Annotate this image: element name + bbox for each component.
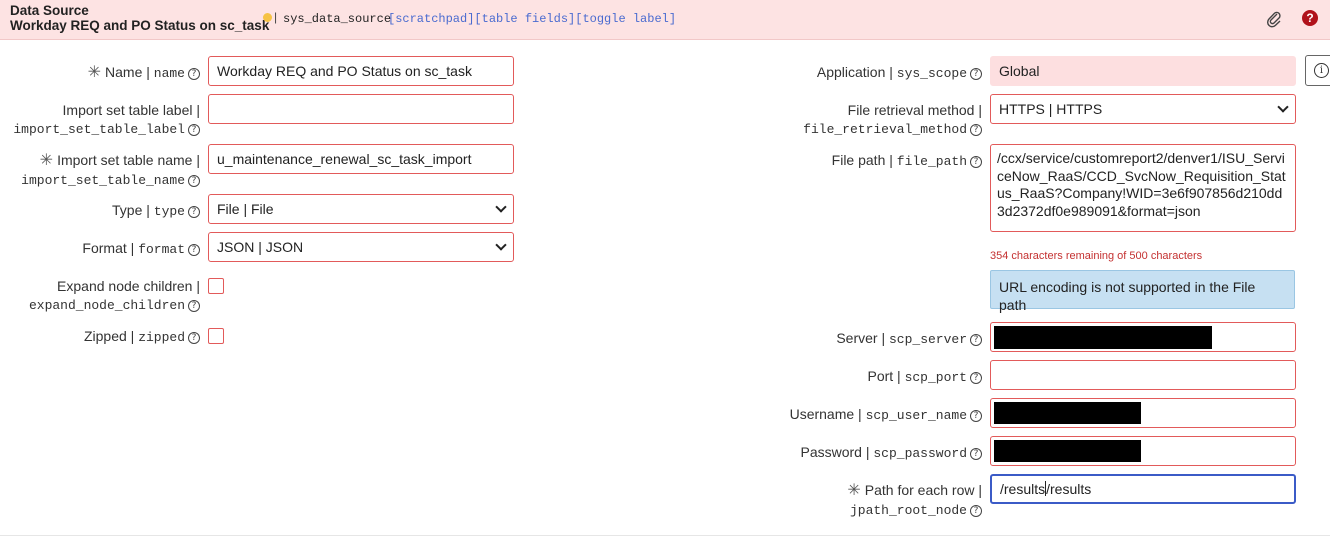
type-select[interactable]: File | File <box>208 194 514 224</box>
file-retrieval-method-select[interactable]: HTTPS | HTTPS <box>990 94 1296 124</box>
unsaved-indicator-icon <box>263 13 272 22</box>
header-links: [scratchpad][table fields][toggle label] <box>388 12 676 26</box>
asterisk-icon: ✳ <box>39 152 54 169</box>
chevron-down-icon <box>1277 101 1289 113</box>
port-label: Port | scp_port? <box>700 367 982 387</box>
scratchpad-link[interactable]: [scratchpad] <box>388 12 474 26</box>
paperclip-icon[interactable] <box>1266 10 1282 28</box>
path-for-each-row-label: ✳ Path for each row | jpath_root_node? <box>847 482 982 518</box>
import-set-table-label-input[interactable] <box>208 94 514 124</box>
asterisk-icon: ✳ <box>87 64 102 81</box>
application-field: Global <box>990 56 1296 86</box>
question-circle-icon[interactable]: ? <box>970 410 982 422</box>
type-label: Type | type? <box>0 201 200 221</box>
info-button[interactable]: i <box>1305 55 1330 86</box>
port-input[interactable] <box>990 360 1296 390</box>
import-set-table-label-label: Import set table label | import_set_table… <box>13 102 200 137</box>
question-circle-icon[interactable]: ? <box>188 332 200 344</box>
file-path-info-message: URL encoding is not supported in the Fil… <box>990 270 1295 313</box>
password-label: Password | scp_password? <box>700 443 982 463</box>
question-circle-icon[interactable]: ? <box>188 244 200 256</box>
table-name: sys_data_source <box>283 12 392 26</box>
info-icon: i <box>1314 63 1329 78</box>
question-circle-icon[interactable]: ? <box>188 175 200 187</box>
question-circle-icon[interactable]: ? <box>970 68 982 80</box>
import-set-table-name-label: ✳ Import set table name | import_set_table… <box>21 152 200 188</box>
username-label: Username | scp_user_name? <box>700 405 982 425</box>
expand-node-children-label: Expand node children | expand_node_childr… <box>28 278 200 313</box>
server-label: Server | scp_server? <box>700 329 982 349</box>
form-type-title: Data Source <box>10 3 89 18</box>
form-header: Data Source Workday REQ and PO Status on… <box>0 0 1330 40</box>
question-circle-icon[interactable]: ? <box>188 68 200 80</box>
import-set-table-name-input[interactable]: u_maintenance_renewal_sc_task_import <box>208 144 514 174</box>
question-circle-icon[interactable]: ? <box>188 124 200 136</box>
redaction-box <box>994 440 1141 462</box>
question-circle-icon[interactable]: ? <box>970 372 982 384</box>
expand-node-children-checkbox[interactable] <box>208 278 224 294</box>
record-name: Workday REQ and PO Status on sc_task <box>10 18 270 33</box>
format-select[interactable]: JSON | JSON <box>208 232 514 262</box>
character-counter: 354 characters remaining of 500 characte… <box>990 250 1203 262</box>
question-circle-icon[interactable]: ? <box>970 124 982 136</box>
redaction-box <box>994 326 1212 349</box>
file-retrieval-method-label: File retrieval method | file_retrieval_me… <box>803 102 982 137</box>
file-path-textarea[interactable]: /ccx/service/customreport2/denver1/ISU_S… <box>990 144 1296 232</box>
asterisk-icon: ✳ <box>847 482 861 499</box>
question-circle-icon[interactable]: ? <box>970 334 982 346</box>
question-circle-icon[interactable]: ? <box>188 206 200 218</box>
separator: | <box>274 10 278 24</box>
zipped-checkbox[interactable] <box>208 328 224 344</box>
question-circle-icon[interactable]: ? <box>970 156 982 168</box>
name-label: ✳ Name | name? <box>0 63 200 83</box>
question-circle-icon[interactable]: ? <box>970 448 982 460</box>
help-icon[interactable]: ? <box>1302 10 1318 26</box>
application-label: Application | sys_scope? <box>700 63 982 83</box>
question-circle-icon[interactable]: ? <box>188 300 200 312</box>
path-for-each-row-input[interactable]: /results/results <box>990 474 1296 504</box>
chevron-down-icon <box>495 201 507 213</box>
chevron-down-icon <box>495 239 507 251</box>
table-fields-link[interactable]: [table fields] <box>474 12 575 26</box>
file-path-label: File path | file_path? <box>700 151 982 171</box>
zipped-label: Zipped | zipped? <box>0 327 200 347</box>
question-circle-icon[interactable]: ? <box>970 505 982 517</box>
toggle-label-link[interactable]: [toggle label] <box>575 12 676 26</box>
name-input[interactable]: Workday REQ and PO Status on sc_task <box>208 56 514 86</box>
divider <box>0 535 1330 536</box>
format-label: Format | format? <box>0 239 200 259</box>
redaction-box <box>994 402 1141 424</box>
